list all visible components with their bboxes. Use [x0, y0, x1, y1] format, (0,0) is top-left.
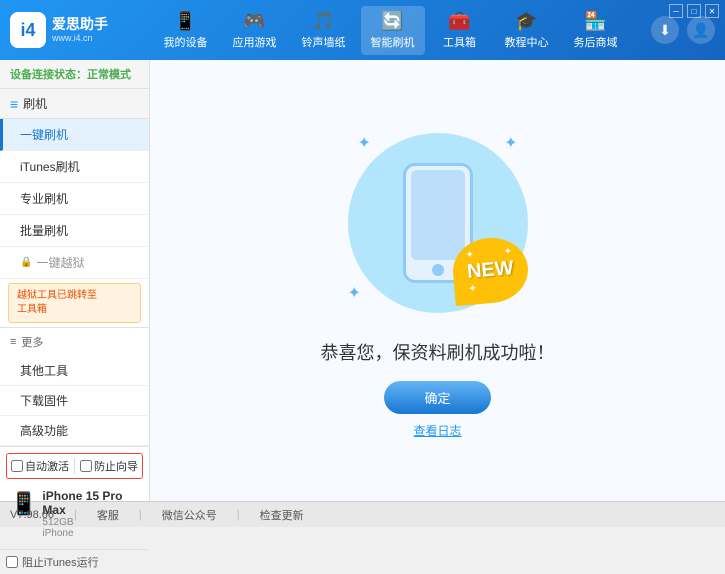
- sidebar-item-batch-flash[interactable]: 批量刷机: [0, 215, 149, 247]
- smart-flash-icon: 🔄: [381, 11, 403, 32]
- footer-version: V7.98.66: [10, 509, 54, 521]
- maximize-button[interactable]: □: [687, 4, 701, 18]
- stop-itunes-section: 阻止iTunes运行: [0, 549, 149, 574]
- more-section: ≡ 更多 其他工具 下载固件 高级功能: [0, 327, 149, 446]
- tab-business[interactable]: 🏪 务后商域: [564, 6, 628, 55]
- auto-activate-checkbox[interactable]: 自动激活: [11, 458, 69, 474]
- footer-sep-1: |: [74, 509, 77, 521]
- more-section-icon: ≡: [10, 336, 16, 348]
- sidebar-item-other-tools[interactable]: 其他工具: [0, 356, 149, 386]
- stop-itunes-input[interactable]: [6, 556, 18, 568]
- device-text: iPhone 15 Pro Max 512GB iPhone: [42, 489, 139, 539]
- toolbox-icon: 🧰: [448, 11, 470, 32]
- tab-tutorial[interactable]: 🎓 教程中心: [495, 6, 559, 55]
- sidebar-bottom: 自动激活 防止向导 📱 iPhone 15 Pro Max 512GB iPho…: [0, 446, 149, 549]
- content-area: ✦ ✦ ✦ ✦✦ NEW ✦ 恭喜您，保资料刷机成功啦！ 确定 查看日志: [150, 60, 725, 501]
- flash-section: ≡ 刷机 一键刷机 iTunes刷机 专业刷机 批量刷机 🔒 一键越狱 越狱工具…: [0, 89, 149, 327]
- nav-tabs: 📱 我的设备 🎮 应用游戏 🎵 铃声墙纸 🔄 智能刷机 🧰 工具箱 🎓 教程中心…: [130, 6, 651, 55]
- auto-activate-input[interactable]: [11, 460, 23, 472]
- logo-area: i4 爱思助手 www.i4.cn: [10, 12, 130, 48]
- lock-icon: 🔒: [20, 257, 32, 268]
- footer-sep-2: |: [139, 509, 142, 521]
- sidebar: 设备连接状态：正常模式 ≡ 刷机 一键刷机 iTunes刷机 专业刷机 批量刷机…: [0, 60, 150, 501]
- sidebar-checkbox-row: 自动激活 防止向导: [6, 453, 143, 479]
- download-button[interactable]: ⬇: [651, 16, 679, 44]
- sidebar-item-itunes-flash[interactable]: iTunes刷机: [0, 151, 149, 183]
- my-device-icon: 📱: [174, 11, 196, 32]
- tab-ringtones[interactable]: 🎵 铃声墙纸: [292, 6, 356, 55]
- tutorial-icon: 🎓: [515, 11, 537, 32]
- minimize-button[interactable]: ─: [669, 4, 683, 18]
- confirm-button[interactable]: 确定: [384, 381, 490, 414]
- footer-customer-service[interactable]: 客服: [97, 507, 119, 523]
- tab-apps-games[interactable]: 🎮 应用游戏: [223, 6, 287, 55]
- device-name: iPhone 15 Pro Max: [42, 489, 139, 517]
- main-layout: 设备连接状态：正常模式 ≡ 刷机 一键刷机 iTunes刷机 专业刷机 批量刷机…: [0, 60, 725, 501]
- phone-illustration: ✦ ✦ ✦ ✦✦ NEW ✦: [338, 123, 538, 323]
- sidebar-item-pro-flash[interactable]: 专业刷机: [0, 183, 149, 215]
- logo-icon: i4: [10, 12, 46, 48]
- checkbox-divider: [74, 458, 75, 474]
- tab-toolbox[interactable]: 🧰 工具箱: [430, 6, 490, 55]
- device-storage: 512GB: [42, 517, 139, 528]
- close-button[interactable]: ✕: [705, 4, 719, 18]
- sidebar-item-download-firmware[interactable]: 下载固件: [0, 386, 149, 416]
- sidebar-item-one-click-flash[interactable]: 一键刷机: [0, 119, 149, 151]
- guide-checkbox[interactable]: 防止向导: [80, 458, 138, 474]
- apps-games-icon: 🎮: [243, 11, 265, 32]
- new-badge-text: NEW: [466, 257, 514, 284]
- sparkle-1: ✦: [358, 133, 371, 153]
- flash-section-icon: ≡: [10, 96, 18, 112]
- footer-check-update[interactable]: 检查更新: [260, 507, 304, 523]
- header: i4 爱思助手 www.i4.cn 📱 我的设备 🎮 应用游戏 🎵 铃声墙纸 🔄…: [0, 0, 725, 60]
- sidebar-item-advanced[interactable]: 高级功能: [0, 416, 149, 446]
- sparkle-3: ✦: [348, 283, 361, 303]
- stop-itunes-checkbox[interactable]: 阻止iTunes运行: [6, 554, 143, 570]
- guide-input[interactable]: [80, 460, 92, 472]
- sparkle-2: ✦: [504, 133, 517, 153]
- flash-section-header: ≡ 刷机: [0, 89, 149, 119]
- logo-text: 爱思助手 www.i4.cn: [52, 16, 108, 44]
- footer-wechat[interactable]: 微信公众号: [162, 507, 217, 523]
- header-actions: ⬇ 👤: [651, 16, 715, 44]
- sidebar-warning: 越狱工具已跳转至工具箱: [8, 283, 141, 323]
- user-button[interactable]: 👤: [687, 16, 715, 44]
- view-log-link[interactable]: 查看日志: [413, 422, 461, 439]
- sidebar-status: 设备连接状态：正常模式: [0, 60, 149, 89]
- business-icon: 🏪: [584, 11, 606, 32]
- more-section-header: ≡ 更多: [0, 328, 149, 356]
- phone-screen: [411, 170, 465, 260]
- ringtones-icon: 🎵: [312, 11, 334, 32]
- sidebar-item-jailbreak: 🔒 一键越狱: [0, 247, 149, 279]
- tab-smart-flash[interactable]: 🔄 智能刷机: [361, 6, 425, 55]
- footer-sep-3: |: [237, 509, 240, 521]
- phone-home-button: [432, 264, 444, 276]
- window-controls: ─ □ ✕: [669, 4, 719, 18]
- success-message: 恭喜您，保资料刷机成功啦！: [321, 339, 555, 365]
- tab-my-device[interactable]: 📱 我的设备: [154, 6, 218, 55]
- device-type: iPhone: [42, 528, 139, 539]
